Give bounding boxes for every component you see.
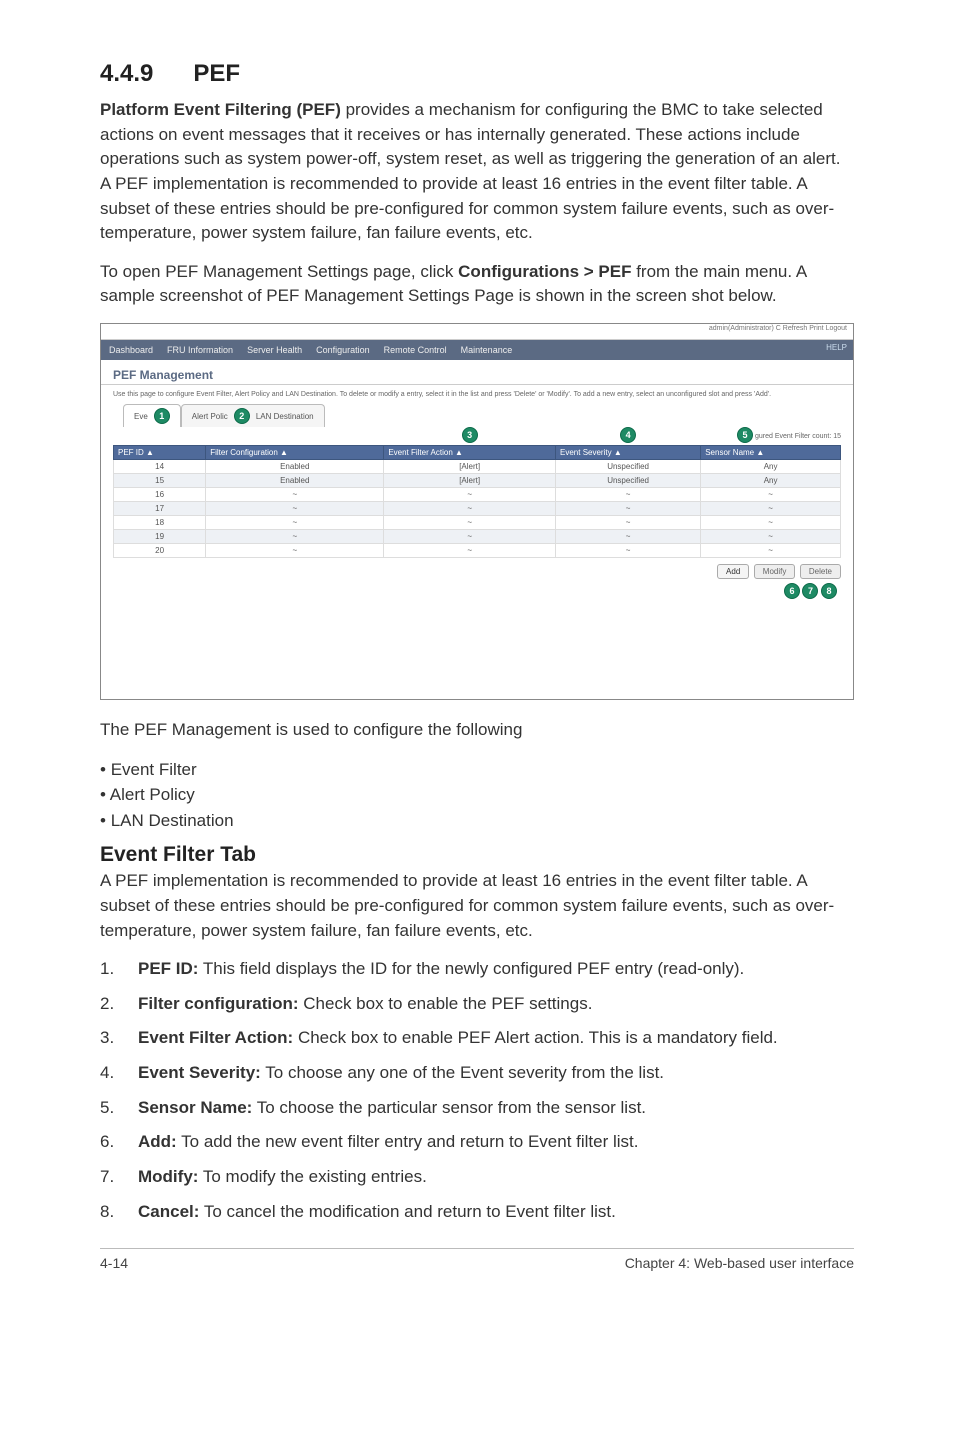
- col-filter-cfg[interactable]: Filter Configuration ▲: [206, 446, 384, 460]
- section-number: 4.4.9: [100, 60, 153, 88]
- page-footer: 4-14 Chapter 4: Web-based user interface: [100, 1248, 854, 1271]
- add-button[interactable]: Add: [717, 564, 749, 579]
- modify-button[interactable]: Modify: [754, 564, 796, 579]
- list-item: LAN Destination: [100, 808, 854, 834]
- ss-main-menu: Dashboard FRU Information Server Health …: [101, 340, 853, 360]
- config-bullet-list: Event Filter Alert Policy LAN Destinatio…: [100, 757, 854, 834]
- callout-4: 4: [620, 427, 636, 443]
- table-row[interactable]: 19~~~~: [114, 530, 841, 544]
- page-number: 4-14: [100, 1255, 128, 1271]
- col-pef-id[interactable]: PEF ID ▲: [114, 446, 206, 460]
- tab-event-filter[interactable]: Eve 1: [123, 404, 181, 427]
- list-item: 8.Cancel: To cancel the modification and…: [100, 1200, 854, 1225]
- col-severity[interactable]: Event Severity ▲: [556, 446, 701, 460]
- callout-5: 5: [737, 427, 753, 443]
- menu-config[interactable]: Configuration: [316, 345, 370, 355]
- chapter-label: Chapter 4: Web-based user interface: [625, 1255, 854, 1271]
- callout-2: 2: [234, 408, 250, 424]
- filter-count: 5 gured Event Filter count: 15: [737, 427, 841, 443]
- list-item: 7.Modify: To modify the existing entries…: [100, 1165, 854, 1190]
- pef-screenshot: admin(Administrator) C Refresh Print Log…: [100, 323, 854, 700]
- table-row[interactable]: 15Enabled[Alert]UnspecifiedAny: [114, 474, 841, 488]
- field-list: 1.PEF ID: This field displays the ID for…: [100, 957, 854, 1224]
- list-item: 6.Add: To add the new event filter entry…: [100, 1130, 854, 1155]
- tab-alert-policy[interactable]: Alert Polic 2 LAN Destination: [181, 404, 325, 427]
- menu-remote[interactable]: Remote Control: [384, 345, 447, 355]
- list-item: 4.Event Severity: To choose any one of t…: [100, 1061, 854, 1086]
- table-row[interactable]: 17~~~~: [114, 502, 841, 516]
- callout-8: 8: [821, 583, 837, 599]
- menu-dashboard[interactable]: Dashboard: [109, 345, 153, 355]
- list-item: 2.Filter configuration: Check box to ena…: [100, 992, 854, 1017]
- menu-maint[interactable]: Maintenance: [461, 345, 513, 355]
- event-filter-tab-intro: A PEF implementation is recommended to p…: [100, 869, 854, 943]
- section-title: PEF: [193, 60, 240, 87]
- panel-title: PEF Management: [101, 360, 853, 384]
- menu-fru[interactable]: FRU Information: [167, 345, 233, 355]
- intro-paragraph-2: To open PEF Management Settings page, cl…: [100, 260, 854, 309]
- list-item: Event Filter: [100, 757, 854, 783]
- after-screenshot-text: The PEF Management is used to configure …: [100, 718, 854, 743]
- menu-path: Configurations > PEF: [458, 262, 631, 281]
- event-filter-table: 3 4 PEF ID ▲ Filter Configuration ▲ Even…: [113, 427, 841, 558]
- callout-6: 6: [784, 583, 800, 599]
- col-action[interactable]: Event Filter Action ▲: [384, 446, 556, 460]
- intro-paragraph-1: Platform Event Filtering (PEF) provides …: [100, 98, 854, 246]
- list-item: 3.Event Filter Action: Check box to enab…: [100, 1026, 854, 1051]
- table-row[interactable]: 14Enabled[Alert]UnspecifiedAny: [114, 460, 841, 474]
- callout-3: 3: [462, 427, 478, 443]
- pef-term: Platform Event Filtering (PEF): [100, 100, 341, 119]
- table-row[interactable]: 20~~~~: [114, 544, 841, 558]
- event-filter-tab-heading: Event Filter Tab: [100, 843, 854, 867]
- help-link[interactable]: HELP: [826, 343, 847, 352]
- callout-7: 7: [802, 583, 818, 599]
- menu-health[interactable]: Server Health: [247, 345, 302, 355]
- delete-button[interactable]: Delete: [800, 564, 841, 579]
- col-sensor[interactable]: Sensor Name ▲: [701, 446, 841, 460]
- section-heading: 4.4.9 PEF: [100, 60, 854, 88]
- table-row[interactable]: 16~~~~: [114, 488, 841, 502]
- panel-desc: Use this page to configure Event Filter,…: [101, 389, 853, 404]
- intro1-rest: provides a mechanism for configuring the…: [100, 100, 841, 242]
- ss-user-bar: admin(Administrator) C Refresh Print Log…: [101, 324, 853, 340]
- list-item: 1.PEF ID: This field displays the ID for…: [100, 957, 854, 982]
- callout-1: 1: [154, 408, 170, 424]
- list-item: 5.Sensor Name: To choose the particular …: [100, 1096, 854, 1121]
- ss-tabs: Eve 1 Alert Polic 2 LAN Destination 5 gu…: [101, 404, 853, 427]
- table-row[interactable]: 18~~~~: [114, 516, 841, 530]
- list-item: Alert Policy: [100, 782, 854, 808]
